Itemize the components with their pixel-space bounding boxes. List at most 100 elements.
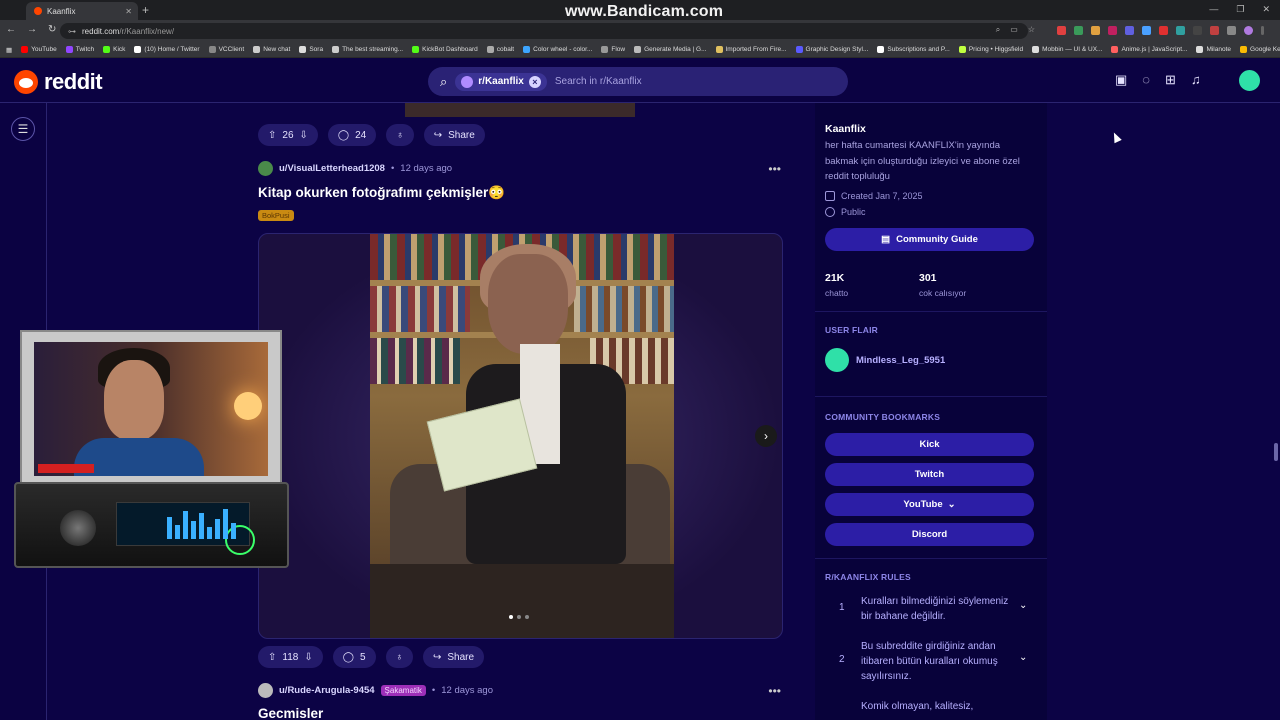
bookmark-item[interactable]: Generate Media | G... [634, 46, 707, 53]
forward-icon[interactable]: → [27, 24, 37, 35]
bookmark-item[interactable]: New chat [253, 46, 290, 53]
carousel-next-icon[interactable]: › [755, 425, 777, 447]
create-post-icon[interactable]: ⊞ [1165, 72, 1176, 88]
bookmark-item[interactable]: Pricing • Higgsfield [958, 46, 1023, 53]
menu-icon[interactable]: ☰ [11, 117, 35, 141]
post-flair[interactable]: BokPusi [258, 210, 294, 221]
share-button[interactable]: ↪ Share [423, 124, 485, 146]
clear-chip-icon[interactable]: × [528, 75, 541, 88]
reload-icon[interactable]: ↻ [48, 24, 56, 35]
previous-post-image[interactable] [405, 103, 635, 117]
community-guide-button[interactable]: ▤ Community Guide [825, 228, 1034, 251]
extension-icon[interactable] [1176, 26, 1185, 35]
puzzle-icon[interactable] [1227, 26, 1236, 35]
zoom-icon[interactable]: ⌕ [996, 25, 1000, 35]
bookmark-item[interactable]: The best streaming... [332, 46, 403, 53]
upvote-icon[interactable]: ⇧ [268, 652, 276, 663]
tab-close-icon[interactable]: ✕ [125, 7, 132, 16]
visibility-row: Public [825, 207, 866, 217]
bookmark-item[interactable]: YouTube [21, 46, 57, 53]
post-title[interactable]: Kitap okurken fotoğrafımı çekmişler😳 [258, 185, 505, 201]
bookmark-item[interactable]: Subscriptions and P... [877, 46, 950, 53]
bookmark-item[interactable]: Color wheel - color... [523, 46, 592, 53]
post-title[interactable]: Gecmisler [258, 706, 323, 720]
browser-tab[interactable]: Kaanflix ✕ [26, 2, 138, 20]
upvote-icon[interactable]: ⇧ [268, 130, 276, 141]
page-scrollbar[interactable] [1272, 103, 1280, 720]
bookmark-star-icon[interactable]: ☆ [1028, 25, 1035, 35]
more-menu-icon[interactable] [1261, 26, 1264, 35]
post-overflow-icon[interactable]: ••• [768, 684, 781, 698]
extension-icon[interactable] [1125, 26, 1134, 35]
advertise-icon[interactable]: ▣ [1115, 72, 1127, 88]
bookmark-item[interactable]: VCClient [208, 46, 244, 53]
chat-icon[interactable]: ◌ [1142, 72, 1150, 88]
close-window-icon[interactable]: ✕ [1262, 4, 1270, 15]
extension-icon[interactable] [1108, 26, 1117, 35]
comments-button[interactable]: ◯ 24 [327, 124, 377, 146]
bookmark-kick-button[interactable]: Kick [825, 433, 1034, 456]
downvote-icon[interactable]: ⇩ [304, 652, 312, 663]
subreddit-search-chip[interactable]: r/Kaanflix × [455, 72, 547, 91]
bookmark-item[interactable]: Imported From Fire... [715, 46, 787, 53]
bookmark-item[interactable]: Anime.js | JavaScript... [1111, 46, 1187, 53]
bookmark-youtube-button[interactable]: YouTube ⌄ [825, 493, 1034, 516]
bookmark-item[interactable]: Sora [299, 46, 323, 53]
bookmark-item[interactable]: Google Keep [1240, 46, 1280, 53]
award-button[interactable]: ♁ [386, 124, 414, 146]
extension-icon[interactable] [1074, 26, 1083, 35]
post-author[interactable]: u/Rude-Arugula-9454 [279, 685, 375, 696]
webcam-frame [20, 330, 282, 488]
bookmark-item[interactable]: KickBot Dashboard [412, 46, 478, 53]
search-input[interactable]: Search in r/Kaanflix [555, 76, 642, 87]
reddit-logo[interactable]: reddit [14, 69, 103, 95]
bookmark-twitch-button[interactable]: Twitch [825, 463, 1034, 486]
share-button[interactable]: ↪ Share [423, 646, 485, 668]
extension-icon[interactable] [1142, 26, 1151, 35]
maximize-icon[interactable]: ❐ [1236, 4, 1244, 15]
bookmark-item[interactable]: Mobbin — UI & UX... [1032, 46, 1102, 53]
minimize-icon[interactable]: — [1209, 4, 1218, 15]
new-tab-button[interactable]: + [142, 3, 149, 17]
author-avatar[interactable] [258, 161, 273, 176]
bookmark-item[interactable]: Milanote [1196, 46, 1231, 53]
apps-grid-icon[interactable]: ▦ [6, 46, 12, 54]
post-image-carousel[interactable]: › [258, 233, 783, 639]
extension-icon[interactable] [1159, 26, 1168, 35]
post-overflow-icon[interactable]: ••• [768, 162, 781, 176]
chevron-down-icon[interactable]: ⌄ [1019, 594, 1027, 624]
profile-icon[interactable] [1244, 26, 1253, 35]
cast-icon[interactable]: ▭ [1010, 25, 1018, 35]
notifications-icon[interactable]: ♫ [1191, 72, 1201, 88]
extension-icon[interactable] [1193, 26, 1202, 35]
author-avatar[interactable] [258, 683, 273, 698]
downvote-icon[interactable]: ⇩ [300, 130, 308, 141]
scroll-thumb[interactable] [1274, 443, 1278, 461]
extension-icon[interactable] [1057, 26, 1066, 35]
rule-item[interactable]: Komik olmayan, kalitesiz, [825, 699, 1040, 714]
rule-item[interactable]: 1 Kuralları bilmediğinizi söylemeniz bir… [825, 594, 1040, 624]
address-bar[interactable]: ⊶ reddit.com/r/Kaanflix/new/ [60, 23, 1028, 39]
back-icon[interactable]: ← [6, 24, 16, 35]
post-author[interactable]: u/VisualLetterhead1208 [279, 163, 385, 174]
user-avatar[interactable] [1237, 68, 1262, 93]
bookmark-item[interactable]: (10) Home / Twitter [134, 46, 200, 53]
bookmark-item[interactable]: Kick [103, 46, 125, 53]
bookmark-favicon-icon [65, 46, 73, 53]
bookmark-favicon-icon [486, 46, 494, 53]
bookmark-item[interactable]: Twitch [65, 46, 94, 53]
bookmark-discord-button[interactable]: Discord [825, 523, 1034, 546]
award-button[interactable]: ♁ [385, 646, 413, 668]
bookmark-item[interactable]: cobalt [486, 46, 514, 53]
rule-item[interactable]: 2 Bu subreddite girdiğiniz andan itibare… [825, 639, 1040, 684]
user-flair-row[interactable]: Mindless_Leg_5951 [825, 348, 945, 372]
comments-button[interactable]: ◯ 5 [332, 646, 376, 668]
extension-icon[interactable] [1210, 26, 1219, 35]
chevron-down-icon[interactable]: ⌄ [1019, 639, 1027, 684]
bookmark-item[interactable]: Graphic Design Styl... [795, 46, 868, 53]
search-bar[interactable]: ⌕ r/Kaanflix × Search in r/Kaanflix [428, 67, 848, 96]
extension-icon[interactable] [1091, 26, 1100, 35]
bookmark-item[interactable]: Flow [601, 46, 625, 53]
car-stereo-frame [14, 482, 289, 568]
site-info-icon[interactable]: ⊶ [68, 27, 76, 36]
